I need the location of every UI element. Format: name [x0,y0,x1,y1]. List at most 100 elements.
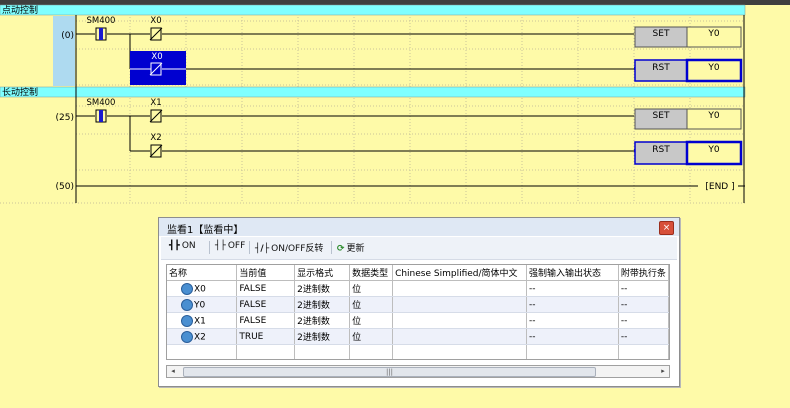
data-type: 位 [349,328,394,345]
force-on-button[interactable]: ┫┣ ON [169,241,196,251]
contact-label: X2 [150,133,161,143]
device-icon [181,330,193,343]
table-row[interactable]: X0 FALSE 2进制数 位 -- -- [167,280,669,297]
table-row[interactable]: X2 TRUE 2进制数 位 -- -- [167,328,669,345]
watch-toolbar: ┫┣ ON ┤├ OFF ┤/├ ON/OFF反转 ⟳ 更新 [161,237,677,260]
toolbar-separator [249,241,250,254]
watch-table[interactable]: 名称 当前值 显示格式 数据类型 Chinese Simplified/简体中文… [166,264,670,360]
horizontal-scrollbar[interactable]: ◂ ||| ▸ [166,365,670,378]
force-off-label: OFF [227,241,246,251]
scrollbar-thumb[interactable]: ||| [183,367,596,377]
rung-end[interactable]: [END ] [76,182,745,192]
force-on-label: ON [181,241,196,251]
comment-cell[interactable] [392,280,528,297]
display-format[interactable]: 2进制数 [294,328,351,345]
rung-25[interactable]: SM400 X1 SET Y0 [76,98,742,130]
section-title-jog: 点动控制 [2,4,38,16]
contact-x0-branch[interactable] [149,62,163,76]
contact-label: X0 [151,52,162,62]
device-name: Y0 [194,300,206,310]
instruction-dev: Y0 [707,63,719,73]
table-header-row: 名称 当前值 显示格式 数据类型 Chinese Simplified/简体中文… [167,265,669,281]
data-type: 位 [349,312,394,329]
contact-on-fill [99,110,103,122]
current-value[interactable]: TRUE [236,328,296,345]
column-header[interactable]: 当前值 [236,265,296,281]
force-state: -- [526,328,619,345]
column-header[interactable]: 显示格式 [294,265,351,281]
exec-condition: -- [618,328,669,345]
data-type: 位 [349,296,394,313]
display-format[interactable]: 2进制数 [294,296,351,313]
column-header[interactable]: 数据类型 [349,265,394,281]
toolbar-separator [331,241,332,254]
table-row[interactable]: X1 FALSE 2进制数 位 -- -- [167,312,669,329]
refresh-icon: ⟳ [337,244,345,254]
contact-x0[interactable] [149,27,163,41]
device-icon [181,298,193,311]
watch-window[interactable]: 监看1【监看中】 × ┫┣ ON ┤├ OFF ┤/├ ON/OFF反转 ⟳ 更新 名称… [158,217,680,387]
instruction-op: RST [652,145,670,155]
device-name: X0 [194,284,206,294]
contact-label: X1 [150,98,161,108]
display-format[interactable]: 2进制数 [294,312,351,329]
ladder-diagram[interactable]: 点动控制 长动控制 (0) (25) (50) SM400 X0 SET Y0 … [0,0,790,205]
toggle-label: ON/OFF反转 [271,244,324,254]
device-name: X1 [194,316,206,326]
refresh-label: 更新 [346,244,365,254]
column-header[interactable]: 强制输入输出状态 [526,265,619,281]
toolbar-separator [209,241,210,254]
exec-condition: -- [618,296,669,313]
current-value[interactable]: FALSE [236,280,296,297]
force-off-button[interactable]: ┤├ OFF [215,241,245,251]
data-type: 位 [349,280,394,297]
instruction-op: RST [652,63,670,73]
comment-cell[interactable] [392,328,528,345]
current-value[interactable]: FALSE [236,296,296,313]
contact-x1[interactable] [149,109,163,123]
contact-label: SM400 [87,98,116,108]
comment-cell[interactable] [392,312,528,329]
watch-window-titlebar[interactable]: 监看1【监看中】 × [159,218,679,236]
column-header[interactable]: 名称 [167,265,238,281]
device-name: X2 [194,332,206,342]
section-bar-jog [0,4,746,16]
contact-label: SM400 [87,16,116,26]
table-row[interactable]: Y0 FALSE 2进制数 位 -- -- [167,296,669,313]
watch-window-title: 监看1【监看中】 [167,225,244,236]
force-state: -- [526,312,619,329]
contact-x2[interactable] [149,144,163,158]
table-row-empty[interactable] [167,344,669,359]
comment-cell[interactable] [392,296,528,313]
display-format[interactable]: 2进制数 [294,280,351,297]
section-title-continuous: 长动控制 [2,86,38,98]
scroll-right-arrow-icon[interactable]: ▸ [657,366,669,377]
close-icon[interactable]: × [659,221,674,235]
refresh-button[interactable]: ⟳ 更新 [337,241,365,254]
instruction-op: SET [653,29,670,39]
end-instruction: [END ] [705,182,734,192]
step-column-highlight [53,16,75,86]
current-value[interactable]: FALSE [236,312,296,329]
instruction-op: SET [653,111,670,121]
device-icon [181,282,193,295]
step-number: (50) [56,182,74,192]
contact-on-fill [99,28,103,40]
force-off-icon: ┤├ [215,241,226,251]
step-number: (25) [56,113,74,123]
column-header[interactable]: 附带执行条 [618,265,669,281]
section-bar-continuous [0,86,746,98]
contact-label: X0 [150,16,161,26]
exec-condition: -- [618,312,669,329]
toggle-on-off-button[interactable]: ┤/├ ON/OFF反转 [255,241,323,254]
instruction-dev: Y0 [707,29,719,39]
scroll-left-arrow-icon[interactable]: ◂ [167,366,179,377]
column-header-strip [0,0,790,5]
exec-condition: -- [618,280,669,297]
column-header[interactable]: Chinese Simplified/简体中文 [392,265,528,281]
device-icon [181,314,193,327]
force-state: -- [526,296,619,313]
instruction-dev: Y0 [707,111,719,121]
instruction-dev: Y0 [707,145,719,155]
step-number: (0) [61,31,74,41]
